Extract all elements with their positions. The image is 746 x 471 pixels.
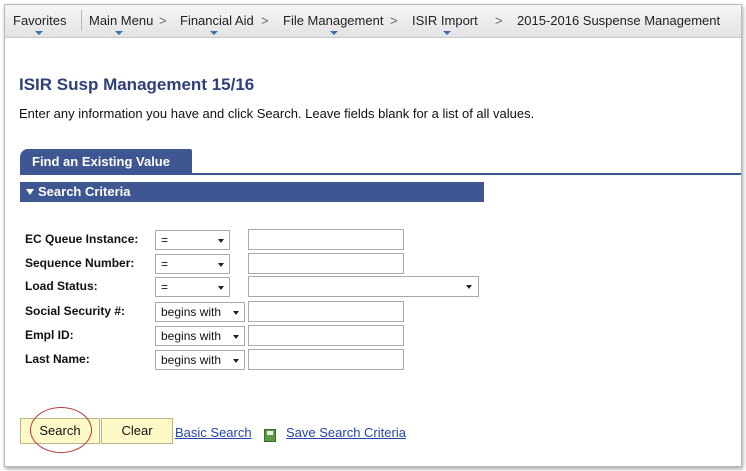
empl-id-operator-select[interactable]: begins with (155, 326, 245, 346)
sequence-number-input[interactable] (248, 253, 404, 274)
breadcrumb-financial-aid[interactable]: Financial Aid (180, 13, 254, 28)
select-value: = (161, 233, 169, 247)
breadcrumb-suspense-management[interactable]: 2015-2016 Suspense Management (517, 13, 720, 28)
breadcrumb-separator: > (390, 13, 398, 28)
field-label-sequence-number: Sequence Number: (25, 256, 135, 270)
page-title: ISIR Susp Management 15/16 (19, 75, 255, 94)
collapse-triangle-icon[interactable] (26, 189, 34, 195)
field-label-ec-queue-instance: EC Queue Instance: (25, 232, 139, 246)
dropdown-arrow-icon (218, 286, 224, 290)
highlight-circle (30, 407, 92, 453)
dropdown-arrow-icon (233, 335, 239, 339)
dropdown-arrow-icon (218, 239, 224, 243)
chevron-down-icon (443, 31, 451, 35)
save-disk-icon[interactable] (264, 429, 276, 442)
breadcrumb-main-menu[interactable]: Main Menu (89, 13, 153, 28)
chevron-down-icon (330, 31, 338, 35)
basic-search-link[interactable]: Basic Search (175, 425, 252, 440)
load-status-select[interactable] (248, 276, 479, 297)
clear-button[interactable]: Clear (101, 418, 173, 444)
ec-queue-instance-operator-select[interactable]: = (155, 230, 230, 250)
load-status-operator-select[interactable]: = (155, 277, 230, 297)
chevron-down-icon (115, 31, 123, 35)
breadcrumb-isir-import[interactable]: ISIR Import (412, 13, 478, 28)
select-value: = (161, 280, 169, 294)
last-name-input[interactable] (248, 349, 404, 370)
instructions-text: Enter any information you have and click… (19, 106, 535, 121)
field-label-social-security: Social Security #: (25, 304, 126, 318)
tab-underline (20, 173, 741, 175)
search-criteria-header[interactable]: Search Criteria (20, 182, 484, 202)
breadcrumb: Favorites Main Menu > Financial Aid > Fi… (5, 5, 741, 38)
field-label-load-status: Load Status: (25, 279, 98, 293)
breadcrumb-file-management[interactable]: File Management (283, 13, 383, 28)
field-label-last-name: Last Name: (25, 352, 90, 366)
field-label-empl-id: Empl ID: (25, 328, 74, 342)
breadcrumb-favorites[interactable]: Favorites (13, 13, 66, 28)
breadcrumb-separator: > (495, 13, 503, 28)
breadcrumb-separator: > (159, 13, 167, 28)
select-value: begins with (161, 329, 222, 343)
select-value: = (161, 257, 169, 271)
sequence-number-operator-select[interactable]: = (155, 254, 230, 274)
save-search-criteria-link[interactable]: Save Search Criteria (286, 425, 406, 440)
app-window: Favorites Main Menu > Financial Aid > Fi… (4, 4, 742, 467)
dropdown-arrow-icon (233, 311, 239, 315)
section-label: Search Criteria (38, 184, 131, 199)
select-value: begins with (161, 305, 222, 319)
dropdown-arrow-icon (233, 359, 239, 363)
divider (81, 10, 82, 30)
chevron-down-icon (35, 31, 43, 35)
tab-find-existing-value[interactable]: Find an Existing Value (20, 149, 192, 173)
dropdown-arrow-icon (466, 285, 472, 289)
empl-id-input[interactable] (248, 325, 404, 346)
social-security-input[interactable] (248, 301, 404, 322)
chevron-down-icon (210, 31, 218, 35)
breadcrumb-separator: > (261, 13, 269, 28)
dropdown-arrow-icon (218, 263, 224, 267)
last-name-operator-select[interactable]: begins with (155, 350, 245, 370)
select-value: begins with (161, 353, 222, 367)
social-security-operator-select[interactable]: begins with (155, 302, 245, 322)
ec-queue-instance-input[interactable] (248, 229, 404, 250)
